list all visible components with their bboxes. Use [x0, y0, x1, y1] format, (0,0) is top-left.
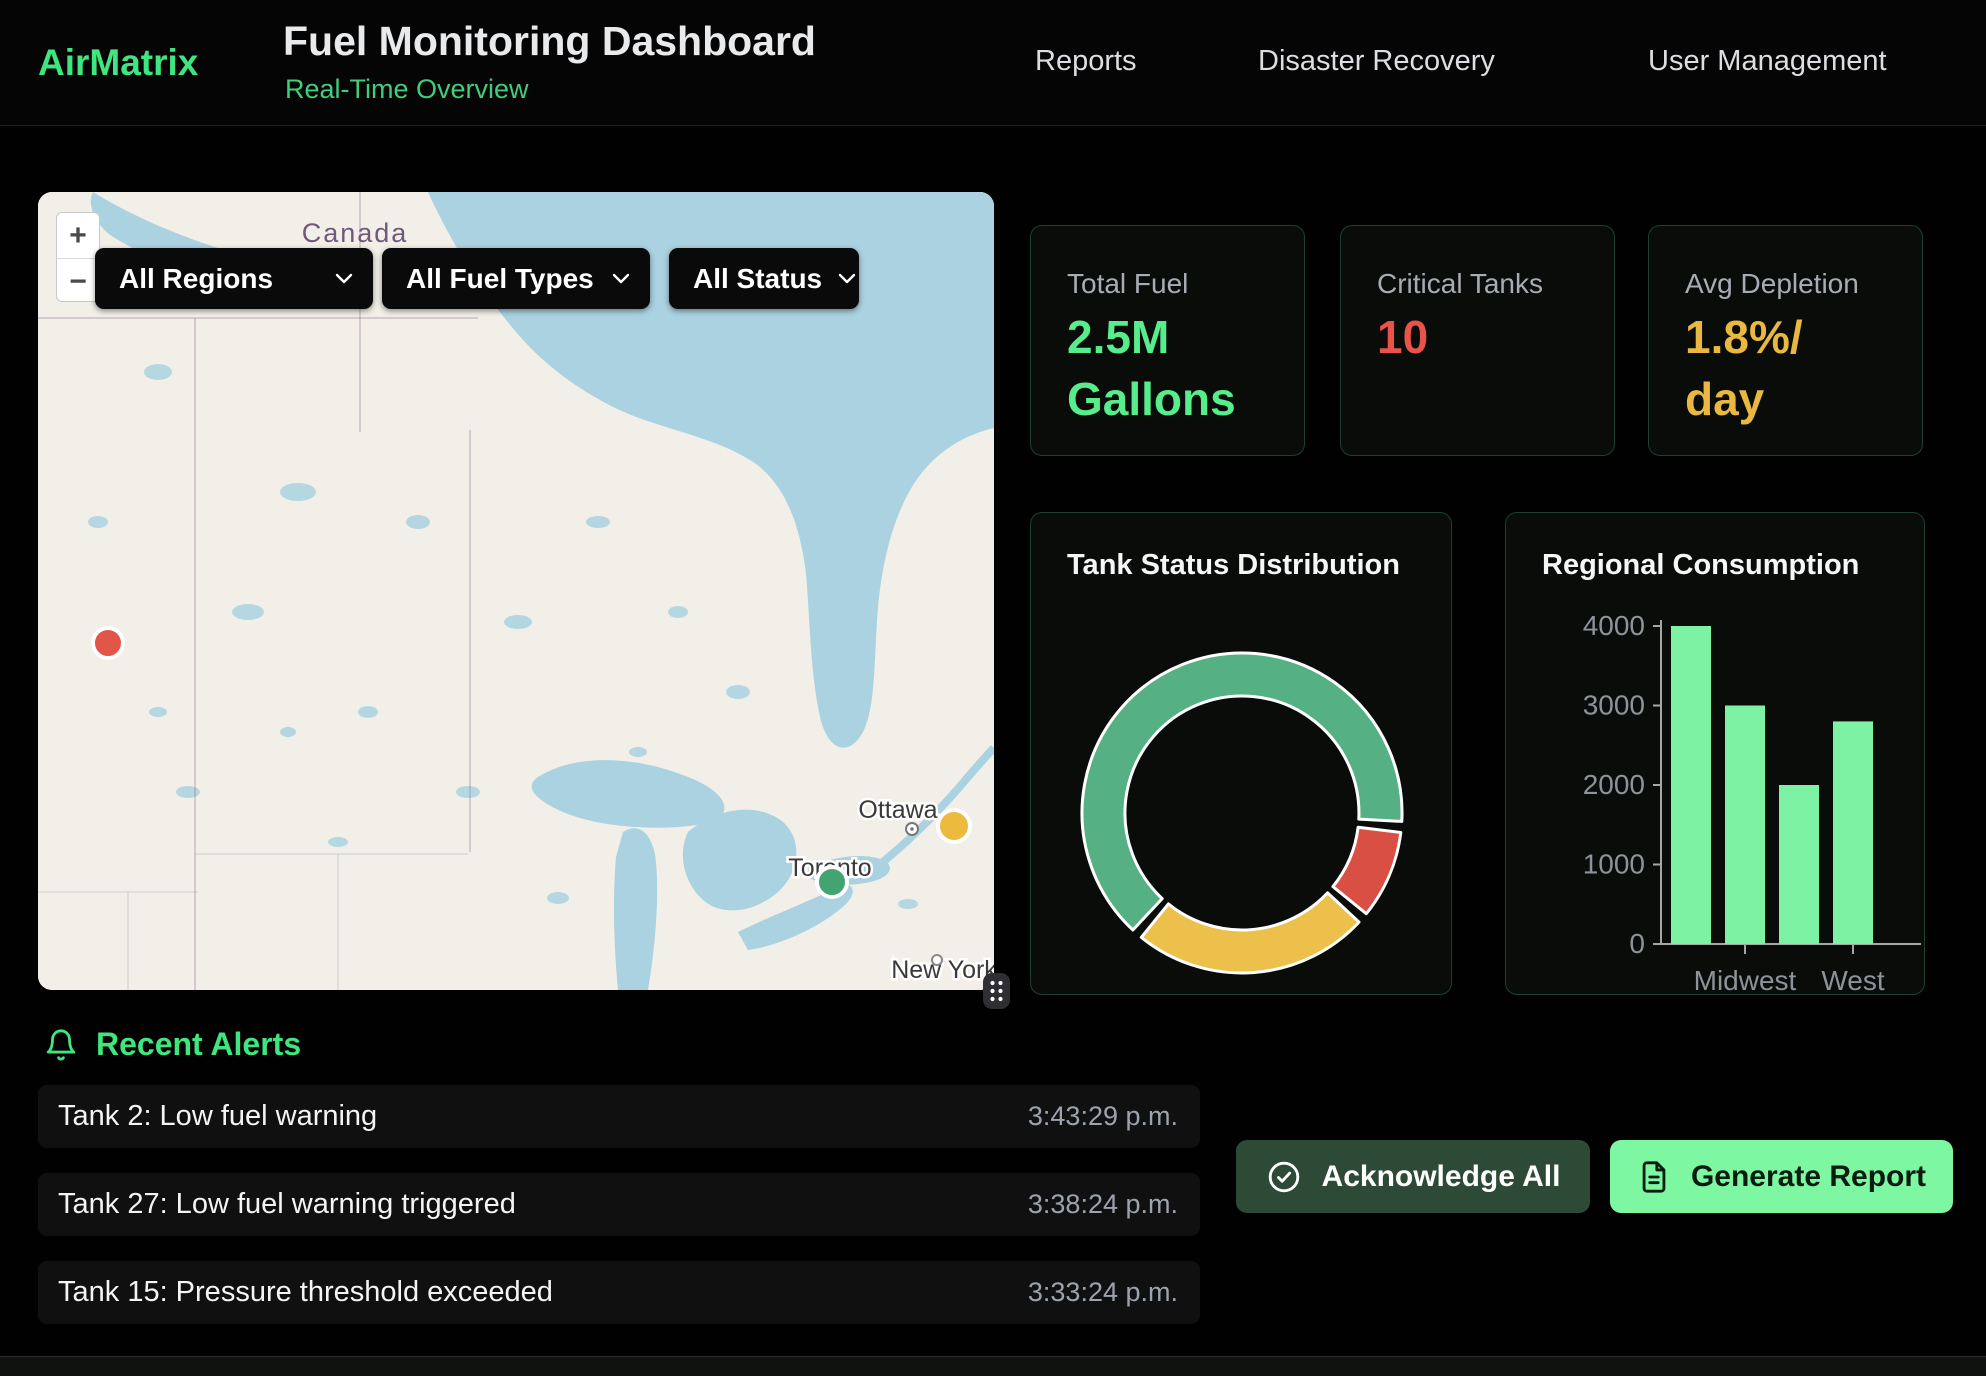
map-panel[interactable]: Canada Ottawa Toronto New York + − All R… [38, 192, 994, 990]
tank-marker-critical[interactable] [93, 628, 123, 658]
page-subtitle: Real-Time Overview [285, 74, 529, 105]
footer-strip [0, 1356, 1986, 1376]
status-filter-value: All Status [693, 263, 822, 295]
zoom-in-button[interactable]: + [57, 213, 99, 258]
fuel-monitoring-dashboard: AirMatrix Fuel Monitoring Dashboard Real… [0, 0, 1986, 1376]
avg-depletion-value: 1.8%/day [1685, 306, 1803, 430]
map-canvas: Canada Ottawa Toronto New York [38, 192, 994, 990]
zoom-out-button[interactable]: − [57, 259, 99, 304]
alert-list-item[interactable]: Tank 27: Low fuel warning triggered 3:38… [38, 1173, 1200, 1236]
header: AirMatrix Fuel Monitoring Dashboard Real… [0, 0, 1986, 126]
fuel-type-filter-value: All Fuel Types [406, 263, 594, 295]
alert-list-item[interactable]: Tank 2: Low fuel warning 3:43:29 p.m. [38, 1085, 1200, 1148]
recent-alerts-title: Recent Alerts [96, 1026, 301, 1063]
bell-icon [44, 1027, 78, 1063]
acknowledge-all-label: Acknowledge All [1322, 1160, 1561, 1194]
avg-depletion-card: Avg Depletion 1.8%/day [1648, 225, 1923, 456]
map-zoom-control: + − [56, 212, 100, 302]
critical-tanks-value: 10 [1377, 306, 1428, 368]
total-fuel-value: 2.5MGallons [1067, 306, 1236, 430]
nav-user-management[interactable]: User Management [1648, 45, 1887, 78]
total-fuel-label: Total Fuel [1067, 268, 1188, 300]
svg-text:West: West [1821, 965, 1884, 996]
alert-timestamp: 3:43:29 p.m. [1028, 1101, 1178, 1132]
chevron-down-icon [838, 273, 856, 285]
document-icon [1637, 1160, 1671, 1194]
critical-tanks-card: Critical Tanks 10 [1340, 225, 1615, 456]
ottawa-city-dot-center [910, 827, 914, 831]
page-title: Fuel Monitoring Dashboard [283, 18, 816, 65]
critical-tanks-label: Critical Tanks [1377, 268, 1543, 300]
total-fuel-card: Total Fuel 2.5MGallons [1030, 225, 1305, 456]
map-label-ottawa: Ottawa [858, 796, 937, 824]
alert-timestamp: 3:33:24 p.m. [1028, 1277, 1178, 1308]
acknowledge-all-button[interactable]: Acknowledge All [1236, 1140, 1590, 1213]
svg-text:2000: 2000 [1583, 769, 1645, 800]
alert-message: Tank 15: Pressure threshold exceeded [58, 1276, 553, 1309]
alert-message: Tank 27: Low fuel warning triggered [58, 1188, 516, 1221]
nav-disaster-recovery[interactable]: Disaster Recovery [1258, 45, 1495, 78]
svg-text:1000: 1000 [1583, 849, 1645, 880]
tank-status-distribution-card: Tank Status Distribution [1030, 512, 1452, 995]
tank-marker-warning[interactable] [938, 810, 970, 842]
avg-depletion-label: Avg Depletion [1685, 268, 1859, 300]
new-york-city-dot [932, 955, 942, 965]
check-circle-icon [1266, 1159, 1302, 1195]
alert-timestamp: 3:38:24 p.m. [1028, 1189, 1178, 1220]
recent-alerts-header: Recent Alerts [44, 1026, 301, 1063]
region-filter-dropdown[interactable]: All Regions [95, 248, 373, 309]
nav-reports[interactable]: Reports [1035, 45, 1137, 78]
svg-text:Midwest: Midwest [1694, 965, 1797, 996]
status-filter-dropdown[interactable]: All Status [669, 248, 859, 309]
svg-text:0: 0 [1629, 928, 1645, 959]
chevron-down-icon [612, 273, 630, 285]
generate-report-label: Generate Report [1691, 1160, 1926, 1194]
fuel-type-filter-dropdown[interactable]: All Fuel Types [382, 248, 650, 309]
svg-text:4000: 4000 [1583, 610, 1645, 641]
regional-consumption-card: Regional Consumption 01000200030004000Mi… [1505, 512, 1925, 995]
svg-text:3000: 3000 [1583, 690, 1645, 721]
region-filter-value: All Regions [119, 263, 273, 295]
tank-marker-normal[interactable] [817, 867, 847, 897]
chevron-down-icon [335, 273, 353, 285]
drag-dots-icon [983, 973, 1010, 1009]
alert-list-item[interactable]: Tank 15: Pressure threshold exceeded 3:3… [38, 1261, 1200, 1324]
map-water-lake-michigan [614, 828, 657, 990]
regional-consumption-bar-chart: 0 1000 2000 3000 4000 Midwest West [1506, 513, 1926, 996]
tank-status-donut-chart [1031, 513, 1453, 996]
map-resize-handle[interactable] [983, 973, 1010, 1009]
map-label-canada: Canada [302, 218, 409, 248]
alert-message: Tank 2: Low fuel warning [58, 1100, 377, 1133]
brand-logo[interactable]: AirMatrix [38, 42, 198, 84]
generate-report-button[interactable]: Generate Report [1610, 1140, 1953, 1213]
